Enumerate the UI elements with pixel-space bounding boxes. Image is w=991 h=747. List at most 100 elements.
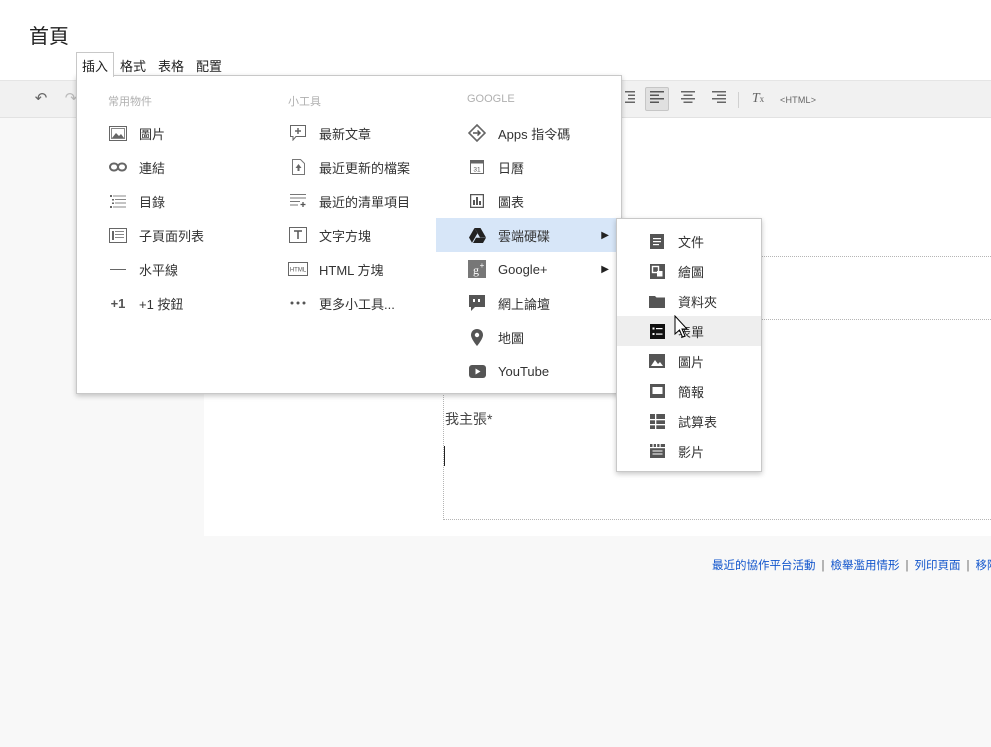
menu-item-label: 圖表 xyxy=(498,194,525,210)
menu-item-label: YouTube xyxy=(498,363,550,379)
column-header-google: GOOGLE xyxy=(467,93,515,105)
svg-text:31: 31 xyxy=(473,167,481,174)
align-right-icon[interactable] xyxy=(707,87,731,111)
link-icon xyxy=(108,158,128,176)
menu-item-plus-one[interactable]: +1 +1 按鈕 xyxy=(108,286,184,320)
subpage-list-icon xyxy=(108,226,128,244)
map-pin-icon xyxy=(467,328,487,346)
video-icon xyxy=(649,443,665,459)
menu-item-recent-list-items[interactable]: 最近的清單項目 xyxy=(288,184,410,218)
submenu-item-folder[interactable]: 資料夾 xyxy=(617,286,761,316)
footer-link-print-page[interactable]: 列印頁面 xyxy=(915,560,961,572)
submenu-item-label: 試算表 xyxy=(678,414,718,430)
submenu-arrow-icon: ▶ xyxy=(601,263,609,275)
submenu-item-label: 資料夾 xyxy=(678,294,718,310)
align-left-icon[interactable] xyxy=(645,87,669,111)
submenu-item-label: 影片 xyxy=(678,444,705,460)
svg-text:HTML: HTML xyxy=(290,268,307,274)
recent-posts-icon xyxy=(288,124,308,142)
undo-icon[interactable]: ↶ xyxy=(29,87,53,111)
menu-format[interactable]: 格式 xyxy=(114,52,152,76)
toc-icon xyxy=(108,192,128,210)
menu-item-label: Apps 指令碼 xyxy=(498,126,571,142)
menu-table[interactable]: 表格 xyxy=(152,52,190,76)
menu-item-groups[interactable]: 網上論壇 xyxy=(467,286,550,320)
menu-item-label: 日曆 xyxy=(498,160,525,176)
submenu-arrow-icon: ▶ xyxy=(601,229,609,241)
mouse-cursor-icon xyxy=(674,314,689,342)
menu-item-label: Google+ xyxy=(498,261,548,277)
more-gadgets-icon xyxy=(288,294,308,312)
menu-item-label: 最近更新的檔案 xyxy=(319,160,411,176)
column-header-gadgets: 小工具 xyxy=(288,96,321,108)
html-box-icon: HTML xyxy=(288,260,308,278)
spreadsheet-icon xyxy=(649,413,665,429)
menu-item-recent-posts[interactable]: 最新文章 xyxy=(288,116,371,150)
submenu-item-label: 簡報 xyxy=(678,384,705,400)
recent-list-items-icon xyxy=(288,192,308,210)
page-title: 首頁 xyxy=(29,26,69,48)
submenu-item-form[interactable]: 表單 xyxy=(617,316,761,346)
horizontal-line-icon xyxy=(108,260,128,278)
submenu-item-label: 文件 xyxy=(678,234,705,250)
text-box-icon xyxy=(288,226,308,244)
menu-item-apps-script[interactable]: Apps 指令碼 xyxy=(467,116,570,150)
footer-link-remove[interactable]: 移除 xyxy=(976,560,991,572)
submenu-item-presentation[interactable]: 簡報 xyxy=(617,376,761,406)
menu-item-label: 最新文章 xyxy=(319,126,372,142)
menu-item-chart[interactable]: 圖表 xyxy=(467,184,524,218)
menu-item-html-box[interactable]: HTML HTML 方塊 xyxy=(288,252,384,286)
align-center-icon[interactable] xyxy=(676,87,700,111)
menu-item-youtube[interactable]: YouTube xyxy=(467,354,549,388)
menu-item-label: 網上論壇 xyxy=(498,296,551,312)
menu-item-google-plus[interactable]: g + Google+ ▶ xyxy=(467,252,622,286)
menu-item-subpage-list[interactable]: 子頁面列表 xyxy=(108,218,204,252)
menu-item-image[interactable]: 圖片 xyxy=(108,116,165,150)
footer-link-report-abuse[interactable]: 檢舉濫用情形 xyxy=(831,560,900,572)
submenu-item-label: 圖片 xyxy=(678,354,705,370)
menu-layout[interactable]: 配置 xyxy=(190,52,228,76)
chart-icon xyxy=(467,192,487,210)
menu-item-label: 子頁面列表 xyxy=(139,228,205,244)
menu-item-more-gadgets[interactable]: 更多小工具... xyxy=(288,286,395,320)
menu-item-drive[interactable]: 雲端硬碟 ▶ xyxy=(436,218,622,252)
submenu-item-image[interactable]: 圖片 xyxy=(617,346,761,376)
menu-item-calendar[interactable]: 31 日曆 xyxy=(467,150,524,184)
footer-separator: | xyxy=(821,560,825,572)
submenu-item-document[interactable]: 文件 xyxy=(617,226,761,256)
menu-item-label: 連結 xyxy=(139,160,166,176)
menu-item-link[interactable]: 連結 xyxy=(108,150,165,184)
submenu-item-video[interactable]: 影片 xyxy=(617,436,761,466)
presentation-icon xyxy=(649,383,665,399)
column-header-common: 常用物件 xyxy=(108,96,152,108)
menu-item-label: 最近的清單項目 xyxy=(319,194,411,210)
drawing-icon xyxy=(649,263,665,279)
svg-text:+: + xyxy=(480,261,485,270)
folder-icon xyxy=(649,293,665,309)
menu-item-horizontal-line[interactable]: 水平線 xyxy=(108,252,178,286)
content-text: 我主張* xyxy=(445,411,493,427)
submenu-item-drawing[interactable]: 繪圖 xyxy=(617,256,761,286)
text-caret xyxy=(444,446,445,466)
clear-formatting-icon[interactable]: Tx xyxy=(746,87,770,111)
document-icon xyxy=(649,233,665,249)
footer-separator: | xyxy=(905,560,909,572)
menu-item-label: 文字方塊 xyxy=(319,228,372,244)
html-source-button[interactable]: <HTML> xyxy=(780,95,816,105)
footer-separator: | xyxy=(966,560,970,572)
submenu-item-spreadsheet[interactable]: 試算表 xyxy=(617,406,761,436)
image-icon xyxy=(108,124,128,142)
footer-link-recent-activity[interactable]: 最近的協作平台活動 xyxy=(712,560,816,572)
menu-insert[interactable]: 插入 xyxy=(76,52,115,77)
menu-item-label: 更多小工具... xyxy=(319,296,395,312)
menu-item-label: 雲端硬碟 xyxy=(498,228,551,244)
menu-item-toc[interactable]: 目錄 xyxy=(108,184,165,218)
menu-item-text-box[interactable]: 文字方塊 xyxy=(288,218,371,252)
plus-one-icon: +1 xyxy=(110,295,126,311)
menu-item-label: +1 按鈕 xyxy=(139,296,184,312)
menu-item-recent-files[interactable]: 最近更新的檔案 xyxy=(288,150,410,184)
calendar-icon: 31 xyxy=(467,158,487,176)
google-plus-icon: g + xyxy=(467,260,487,278)
insert-menu: 常用物件 小工具 GOOGLE 圖片 連結 目錄 子頁面列表 水平線 +1 +1… xyxy=(76,75,622,394)
menu-item-map[interactable]: 地圖 xyxy=(467,320,524,354)
